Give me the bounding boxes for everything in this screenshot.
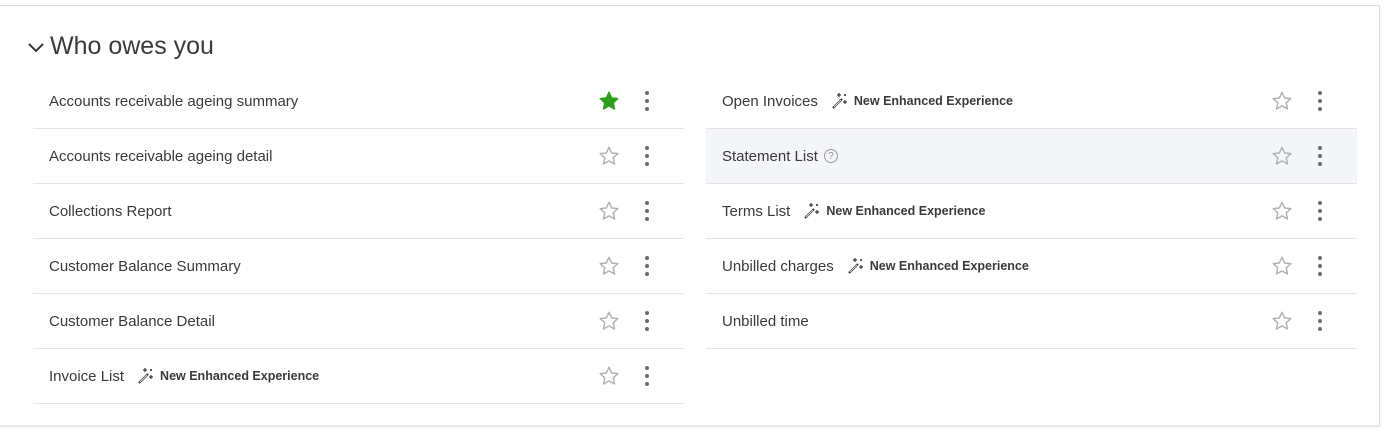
new-experience-badge: New Enhanced Experience <box>830 92 1013 110</box>
star-outline-icon[interactable] <box>1271 145 1293 167</box>
star-outline-icon[interactable] <box>598 365 620 387</box>
star-filled-icon[interactable] <box>598 90 620 112</box>
badge-label: New Enhanced Experience <box>160 369 320 383</box>
magic-wand-icon <box>832 93 847 109</box>
more-options-icon[interactable] <box>1316 91 1324 111</box>
report-list-left: Accounts receivable ageing summary Accoun… <box>33 74 684 404</box>
star-outline-icon[interactable] <box>1271 255 1293 277</box>
report-name[interactable]: Statement List <box>722 148 818 165</box>
help-icon[interactable]: ? <box>823 149 838 163</box>
report-row[interactable]: Open Invoices New Enhanced Experience <box>706 74 1357 129</box>
new-experience-badge: New Enhanced Experience <box>802 202 985 220</box>
report-name[interactable]: Invoice List <box>49 368 124 385</box>
magic-wand-icon <box>847 258 863 274</box>
more-options-icon[interactable] <box>1316 256 1324 276</box>
report-row[interactable]: Accounts receivable ageing detail <box>33 129 684 184</box>
more-options-icon[interactable] <box>643 311 651 331</box>
report-row[interactable]: Terms List New Enhanced Experience <box>706 184 1357 239</box>
star-outline-icon[interactable] <box>598 310 620 332</box>
report-row[interactable]: Customer Balance Summary <box>33 239 684 294</box>
more-options-icon[interactable] <box>643 256 651 276</box>
section-title: Who owes you <box>50 32 214 60</box>
report-row[interactable]: Collections Report <box>33 184 684 239</box>
report-name[interactable]: Terms List <box>722 203 790 220</box>
report-row[interactable]: Unbilled time <box>706 294 1357 349</box>
report-name[interactable]: Customer Balance Summary <box>49 258 241 275</box>
report-list-right: Open Invoices New Enhanced Experience Stat… <box>706 74 1357 349</box>
report-name[interactable]: Accounts receivable ageing summary <box>49 93 298 110</box>
report-name[interactable]: Unbilled time <box>722 313 809 330</box>
report-name[interactable]: Accounts receivable ageing detail <box>49 148 272 165</box>
report-name[interactable]: Unbilled charges <box>722 258 834 275</box>
more-options-icon[interactable] <box>1316 201 1324 221</box>
badge-label: New Enhanced Experience <box>853 94 1013 108</box>
star-outline-icon[interactable] <box>598 145 620 167</box>
report-name[interactable]: Customer Balance Detail <box>49 313 215 330</box>
star-outline-icon[interactable] <box>1271 90 1293 112</box>
badge-label: New Enhanced Experience <box>869 259 1029 273</box>
magic-wand-icon <box>804 203 820 219</box>
report-name[interactable]: Open Invoices <box>722 93 818 110</box>
report-row[interactable]: Customer Balance Detail <box>33 294 684 349</box>
badge-label: New Enhanced Experience <box>826 204 986 218</box>
report-name[interactable]: Collections Report <box>49 203 172 220</box>
report-row[interactable]: Unbilled charges New Enhanced Experience <box>706 239 1357 294</box>
star-outline-icon[interactable] <box>598 255 620 277</box>
star-outline-icon[interactable] <box>598 200 620 222</box>
section-toggle[interactable]: Who owes you <box>26 32 214 61</box>
more-options-icon[interactable] <box>643 201 651 221</box>
more-options-icon[interactable] <box>643 146 651 166</box>
who-owes-you-card: Who owes you Accounts receivable ageing … <box>0 5 1380 425</box>
report-row[interactable]: Accounts receivable ageing summary <box>33 74 684 129</box>
magic-wand-icon <box>138 368 154 384</box>
new-experience-badge: New Enhanced Experience <box>846 257 1029 275</box>
star-outline-icon[interactable] <box>1271 310 1293 332</box>
more-options-icon[interactable] <box>643 91 651 111</box>
more-options-icon[interactable] <box>1316 311 1324 331</box>
chevron-down-icon <box>28 42 44 52</box>
more-options-icon[interactable] <box>643 366 651 386</box>
report-row[interactable]: Statement List? <box>706 129 1357 184</box>
more-options-icon[interactable] <box>1316 146 1324 166</box>
star-outline-icon[interactable] <box>1271 200 1293 222</box>
report-row[interactable]: Invoice List New Enhanced Experience <box>33 349 684 404</box>
new-experience-badge: New Enhanced Experience <box>136 367 319 385</box>
